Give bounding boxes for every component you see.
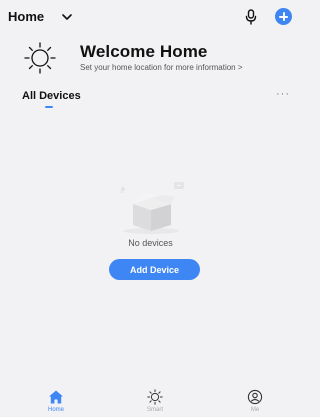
tab-me[interactable]: Me bbox=[225, 389, 285, 417]
home-icon bbox=[49, 390, 63, 404]
sun-icon bbox=[147, 389, 163, 405]
tab-home-label: Home bbox=[47, 407, 64, 413]
tab-home[interactable]: Home bbox=[26, 389, 86, 417]
sun-icon bbox=[24, 42, 56, 74]
microphone-icon[interactable] bbox=[244, 9, 258, 25]
add-device-button[interactable]: Add Device bbox=[109, 259, 200, 280]
devices-header: All Devices ··· bbox=[22, 88, 292, 110]
top-bar: Home bbox=[0, 0, 301, 36]
profile-icon bbox=[247, 389, 263, 405]
devices-title[interactable]: All Devices bbox=[22, 90, 81, 102]
empty-state-text: No devices bbox=[128, 238, 173, 248]
welcome-banner[interactable]: Welcome Home Set your home location for … bbox=[23, 42, 293, 74]
tab-smart-label: Smart bbox=[146, 407, 163, 413]
welcome-subtitle[interactable]: Set your home location for more informat… bbox=[80, 63, 243, 72]
more-options-icon[interactable]: ··· bbox=[276, 88, 290, 100]
tab-underline bbox=[45, 106, 53, 108]
tab-me-label: Me bbox=[250, 407, 260, 413]
empty-box-illustration bbox=[120, 182, 184, 234]
bottom-tab-bar: Home Smart Me bbox=[0, 389, 301, 417]
welcome-title: Welcome Home bbox=[80, 42, 208, 61]
tab-smart[interactable]: Smart bbox=[125, 389, 185, 417]
home-selector[interactable]: Home bbox=[8, 9, 72, 24]
chevron-down-icon bbox=[62, 13, 72, 20]
home-name: Home bbox=[8, 9, 45, 24]
add-button[interactable] bbox=[275, 8, 292, 25]
